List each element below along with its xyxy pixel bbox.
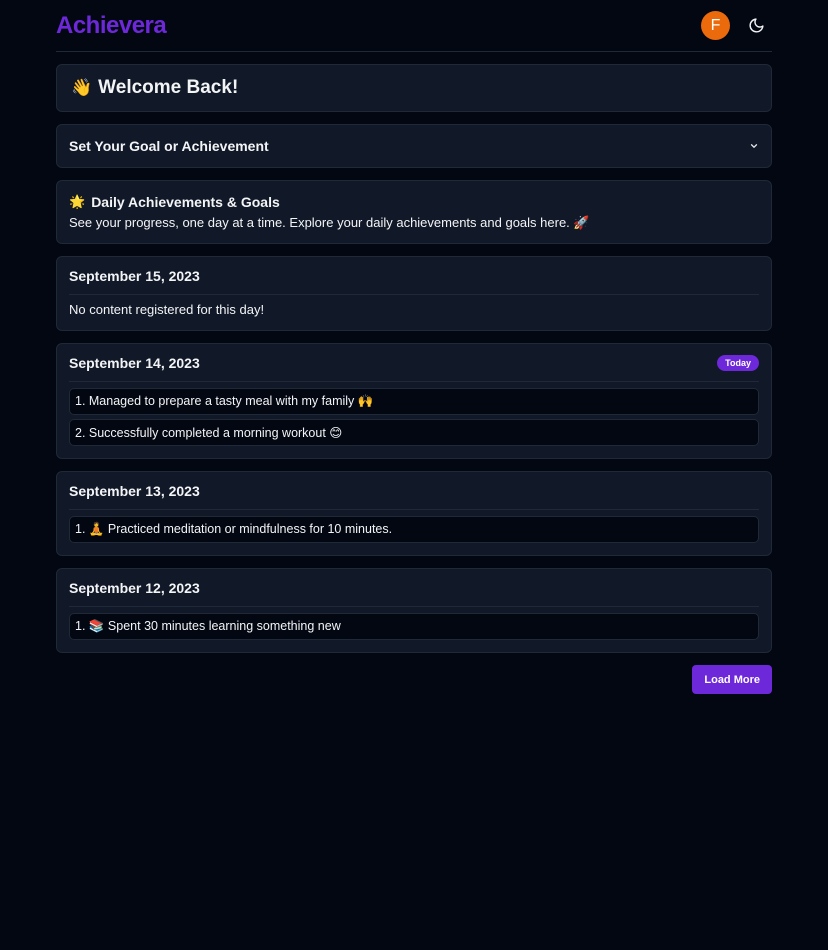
welcome-title: Welcome Back! <box>98 77 239 98</box>
goal-setter-label: Set Your Goal or Achievement <box>69 138 269 154</box>
daily-title-text: Daily Achievements & Goals <box>91 194 280 210</box>
star-icon: 🌟 <box>69 194 86 209</box>
moon-icon <box>749 18 764 33</box>
day-card: September 15, 2023 No content registered… <box>56 256 772 331</box>
load-more-button[interactable]: Load More <box>692 665 772 694</box>
day-header: September 15, 2023 <box>69 257 759 295</box>
welcome-card: 👋 Welcome Back! <box>56 64 772 112</box>
app-logo[interactable]: Achievera <box>56 12 167 40</box>
day-date: September 14, 2023 <box>69 354 200 371</box>
page-container: Achievera F 👋 Welcome Back! Set Your Goa… <box>56 0 772 694</box>
day-date: September 12, 2023 <box>69 579 200 596</box>
header-actions: F <box>701 11 772 40</box>
chevron-down-icon <box>750 144 758 148</box>
day-card: September 14, 2023 Today 1. Managed to p… <box>56 343 772 459</box>
daily-intro-card: 🌟 Daily Achievements & Goals See your pr… <box>56 180 772 244</box>
day-date: September 15, 2023 <box>69 267 200 284</box>
footer-actions: Load More <box>56 665 772 694</box>
today-badge: Today <box>717 354 759 371</box>
achievement-item[interactable]: 1. 🧘 Practiced meditation or mindfulness… <box>69 516 759 543</box>
day-date: September 13, 2023 <box>69 482 200 499</box>
achievement-item[interactable]: 1. Managed to prepare a tasty meal with … <box>69 388 759 415</box>
day-card: September 12, 2023 1. 📚 Spent 30 minutes… <box>56 568 772 653</box>
day-header: September 12, 2023 <box>69 569 759 607</box>
goal-setter-accordion[interactable]: Set Your Goal or Achievement <box>56 124 772 168</box>
daily-title: 🌟 Daily Achievements & Goals <box>69 194 759 210</box>
theme-toggle-button[interactable] <box>746 16 766 36</box>
achievement-item[interactable]: 1. 📚 Spent 30 minutes learning something… <box>69 613 759 640</box>
app-header: Achievera F <box>56 0 772 52</box>
user-avatar[interactable]: F <box>701 11 730 40</box>
achievement-item[interactable]: 2. Successfully completed a morning work… <box>69 419 759 446</box>
day-card: September 13, 2023 1. 🧘 Practiced medita… <box>56 471 772 556</box>
achievement-list: 1. 📚 Spent 30 minutes learning something… <box>69 607 759 640</box>
day-header: September 14, 2023 Today <box>69 344 759 382</box>
wave-icon: 👋 <box>71 78 93 97</box>
day-header: September 13, 2023 <box>69 472 759 510</box>
achievement-list: 1. Managed to prepare a tasty meal with … <box>69 382 759 446</box>
empty-day-message: No content registered for this day! <box>69 302 265 317</box>
daily-description: See your progress, one day at a time. Ex… <box>69 215 590 230</box>
achievement-list: 1. 🧘 Practiced meditation or mindfulness… <box>69 510 759 543</box>
